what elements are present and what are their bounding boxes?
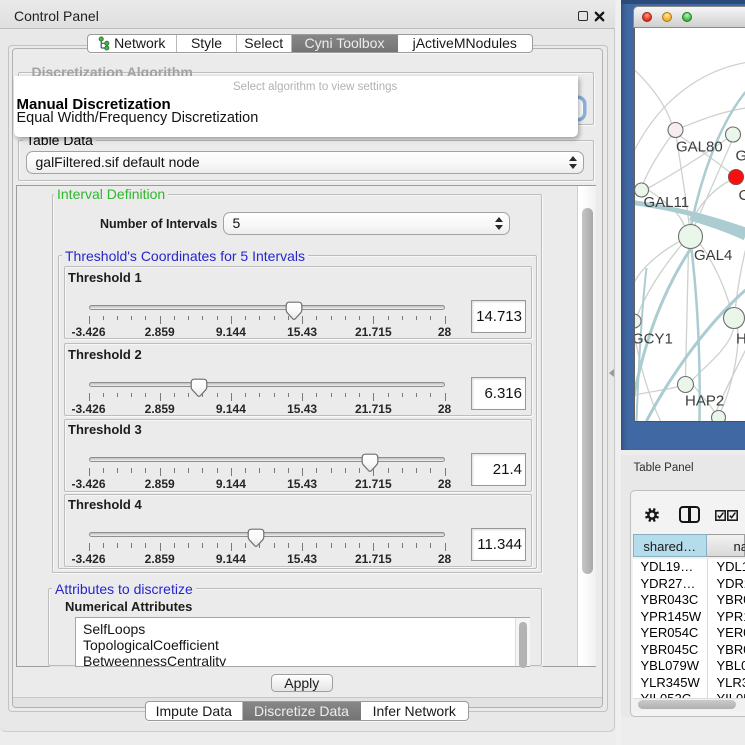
svg-text:GAL8: GAL8	[735, 148, 745, 165]
svg-text:GAL11: GAL11	[643, 194, 689, 211]
svg-text:GAL4: GAL4	[694, 247, 732, 264]
svg-text:HAP2: HAP2	[685, 393, 724, 410]
svg-text:HA: HA	[736, 331, 745, 348]
svg-text:GCY1: GCY1	[635, 331, 673, 348]
svg-text:GAL80: GAL80	[676, 139, 723, 156]
svg-text:CYC: CYC	[738, 187, 745, 204]
